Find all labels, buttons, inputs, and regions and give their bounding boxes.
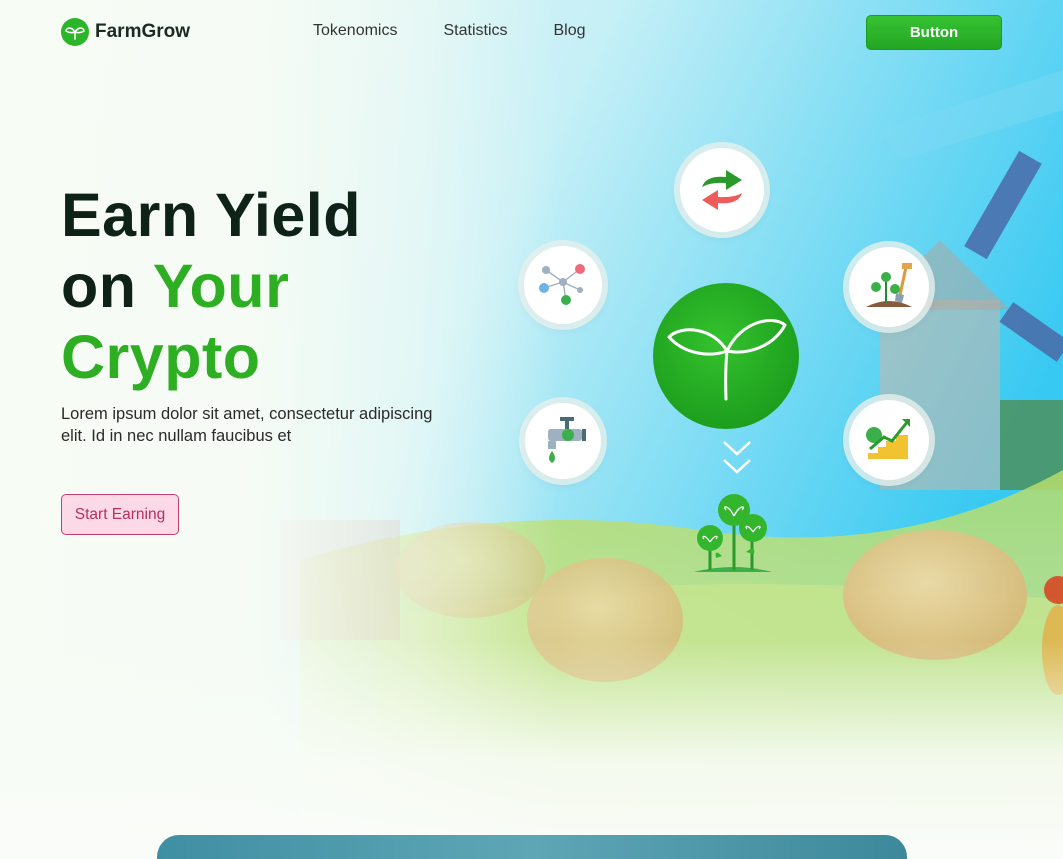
hero-description: Lorem ipsum dolor sit amet, consectetur … <box>61 405 433 445</box>
brand-name: FarmGrow <box>95 21 191 42</box>
top-nav: FarmGrow Tokenomics Statistics Blog Butt… <box>0 0 1063 64</box>
hero-title-plain: on <box>61 252 137 320</box>
sprout-center-orb <box>653 283 799 429</box>
hero-title: Earn Yield on Your Crypto <box>61 180 361 393</box>
swap-arrows-icon <box>702 170 742 210</box>
network-users-icon <box>539 264 585 305</box>
plant-trio-icon <box>692 492 774 578</box>
planting-shovel-icon <box>866 263 912 307</box>
hero-title-accent: Your <box>152 252 290 320</box>
network-users-orb <box>524 246 602 324</box>
nav-link-blog[interactable]: Blog <box>554 22 586 40</box>
chevron-down-icon <box>721 438 753 482</box>
sprout-icon <box>61 18 89 46</box>
next-section-card <box>157 835 907 859</box>
watering-tap-orb <box>525 403 601 479</box>
start-earning-button[interactable]: Start Earning <box>61 494 179 535</box>
nav-link-statistics[interactable]: Statistics <box>443 22 507 40</box>
watering-tap-icon <box>548 417 586 463</box>
hero-title-line-2: on Your <box>61 251 361 322</box>
planting-shovel-orb <box>849 247 929 327</box>
growth-coins-orb <box>849 400 929 480</box>
sprout-icon <box>667 319 787 401</box>
growth-coins-icon <box>866 419 910 459</box>
nav-cta-button[interactable]: Button <box>866 15 1002 50</box>
hero-title-line-3: Crypto <box>61 323 261 391</box>
brand-logo[interactable]: FarmGrow <box>61 18 190 46</box>
hero-title-line-1: Earn Yield <box>61 181 361 249</box>
nav-links: Tokenomics Statistics Blog <box>313 22 586 40</box>
swap-arrows-orb <box>680 148 764 232</box>
nav-link-tokenomics[interactable]: Tokenomics <box>313 22 397 40</box>
